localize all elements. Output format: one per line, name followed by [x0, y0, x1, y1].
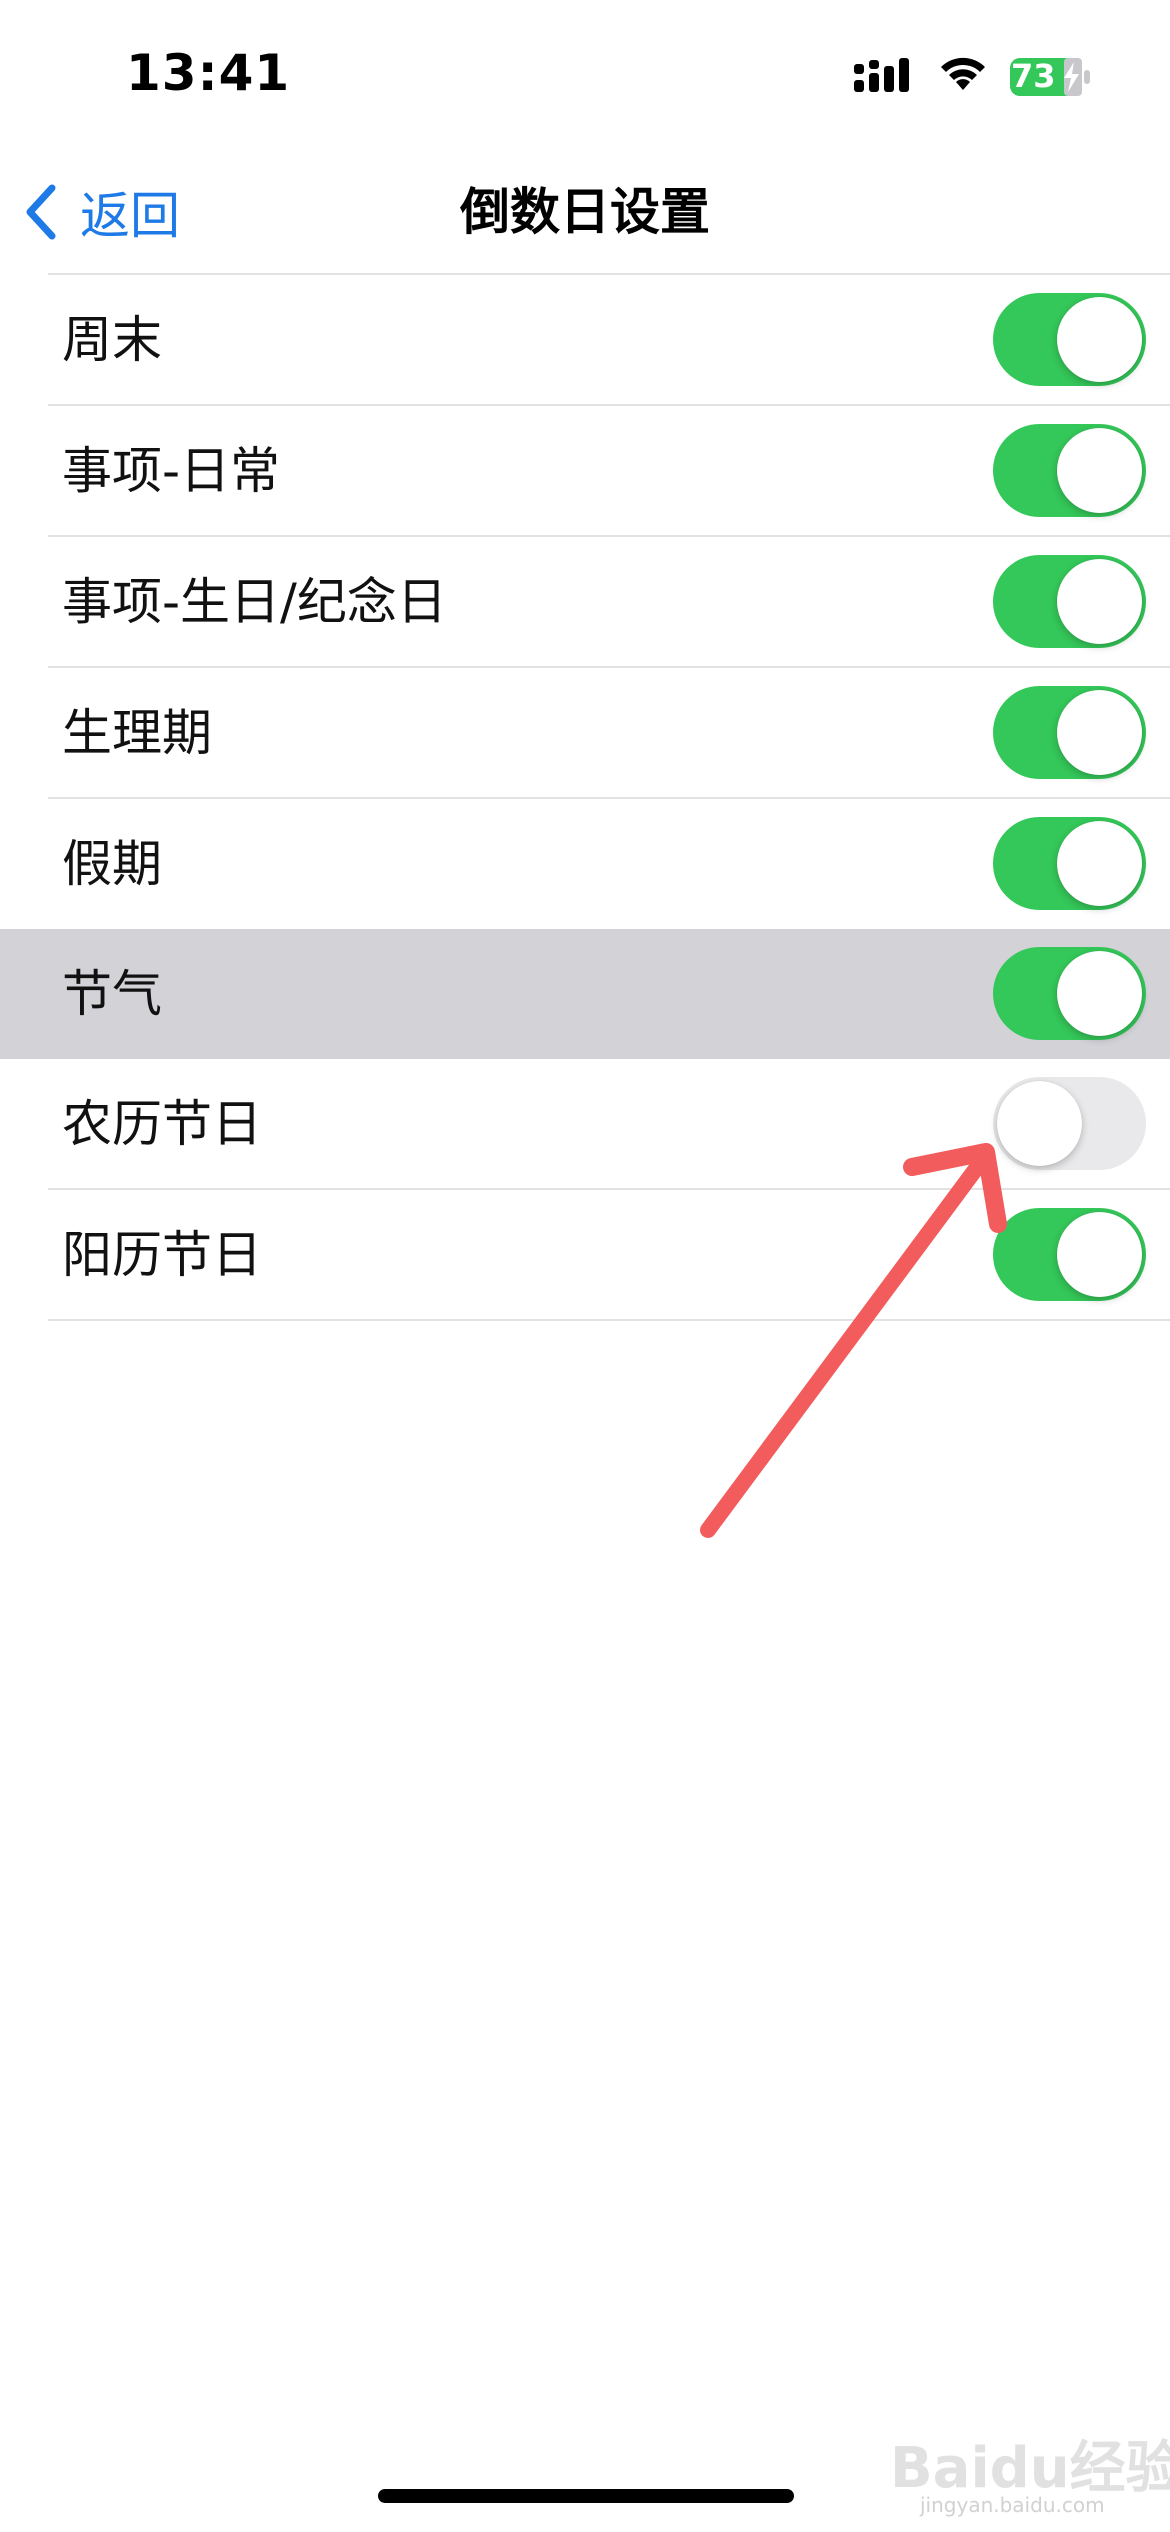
- toggle-weekend[interactable]: [993, 293, 1146, 386]
- back-label: 返回: [80, 187, 180, 245]
- watermark-text: Baidu经验: [890, 2436, 1170, 2501]
- status-bar: 13:41 73: [0, 0, 1170, 150]
- settings-row-lunar-festivals: 农历节日: [0, 1059, 1170, 1189]
- settings-row-gregorian-festivals: 阳历节日: [0, 1190, 1170, 1320]
- toggle-holidays[interactable]: [993, 817, 1146, 910]
- row-label: 假期: [62, 835, 162, 893]
- back-button[interactable]: 返回: [22, 172, 180, 252]
- row-label: 生理期: [62, 704, 212, 762]
- toggle-knob: [1057, 821, 1142, 906]
- row-label: 周末: [62, 311, 162, 369]
- toggle-knob: [997, 1081, 1082, 1166]
- toggle-knob: [1057, 690, 1142, 775]
- toggle-lunar-festivals[interactable]: [993, 1077, 1146, 1170]
- toggle-knob: [1057, 559, 1142, 644]
- baidu-watermark: Baidu经验 jingyan.baidu.com: [890, 2415, 1170, 2517]
- toggle-knob: [1057, 951, 1142, 1036]
- chevron-left-icon: [26, 184, 56, 240]
- status-time: 13:41: [126, 44, 291, 102]
- settings-row-solar-terms: 节气: [0, 929, 1170, 1059]
- settings-row-birthday-anniversary: 事项-生日/纪念日: [0, 537, 1170, 667]
- row-label: 事项-生日/纪念日: [62, 573, 447, 631]
- home-indicator[interactable]: [378, 2489, 794, 2503]
- settings-row-period: 生理期: [0, 668, 1170, 798]
- row-label: 事项-日常: [62, 442, 281, 500]
- signal-icon: [854, 58, 909, 92]
- row-label: 阳历节日: [62, 1226, 262, 1284]
- toggle-period[interactable]: [993, 686, 1146, 779]
- toggle-knob: [1057, 1212, 1142, 1297]
- wifi-icon: [941, 57, 985, 90]
- battery-level: 73: [1011, 57, 1056, 95]
- row-label: 节气: [62, 965, 162, 1023]
- settings-row-weekend: 周末: [0, 275, 1170, 405]
- toggle-solar-terms[interactable]: [993, 947, 1146, 1040]
- watermark-url: jingyan.baidu.com: [920, 2493, 1105, 2517]
- screen: 13:41 73 倒数日设置 返回 周末 事项-日常 事项-生日/纪念日 生理期…: [0, 0, 1170, 2532]
- toggle-knob: [1057, 428, 1142, 513]
- settings-row-holidays: 假期: [0, 799, 1170, 929]
- toggle-knob: [1057, 297, 1142, 382]
- row-label: 农历节日: [62, 1095, 262, 1153]
- toggle-birthday-anniversary[interactable]: [993, 555, 1146, 648]
- settings-row-daily-events: 事项-日常: [0, 406, 1170, 536]
- toggle-gregorian-festivals[interactable]: [993, 1208, 1146, 1301]
- navigation-bar: 倒数日设置 返回: [0, 150, 1170, 274]
- toggle-daily-events[interactable]: [993, 424, 1146, 517]
- divider: [48, 1319, 1170, 1321]
